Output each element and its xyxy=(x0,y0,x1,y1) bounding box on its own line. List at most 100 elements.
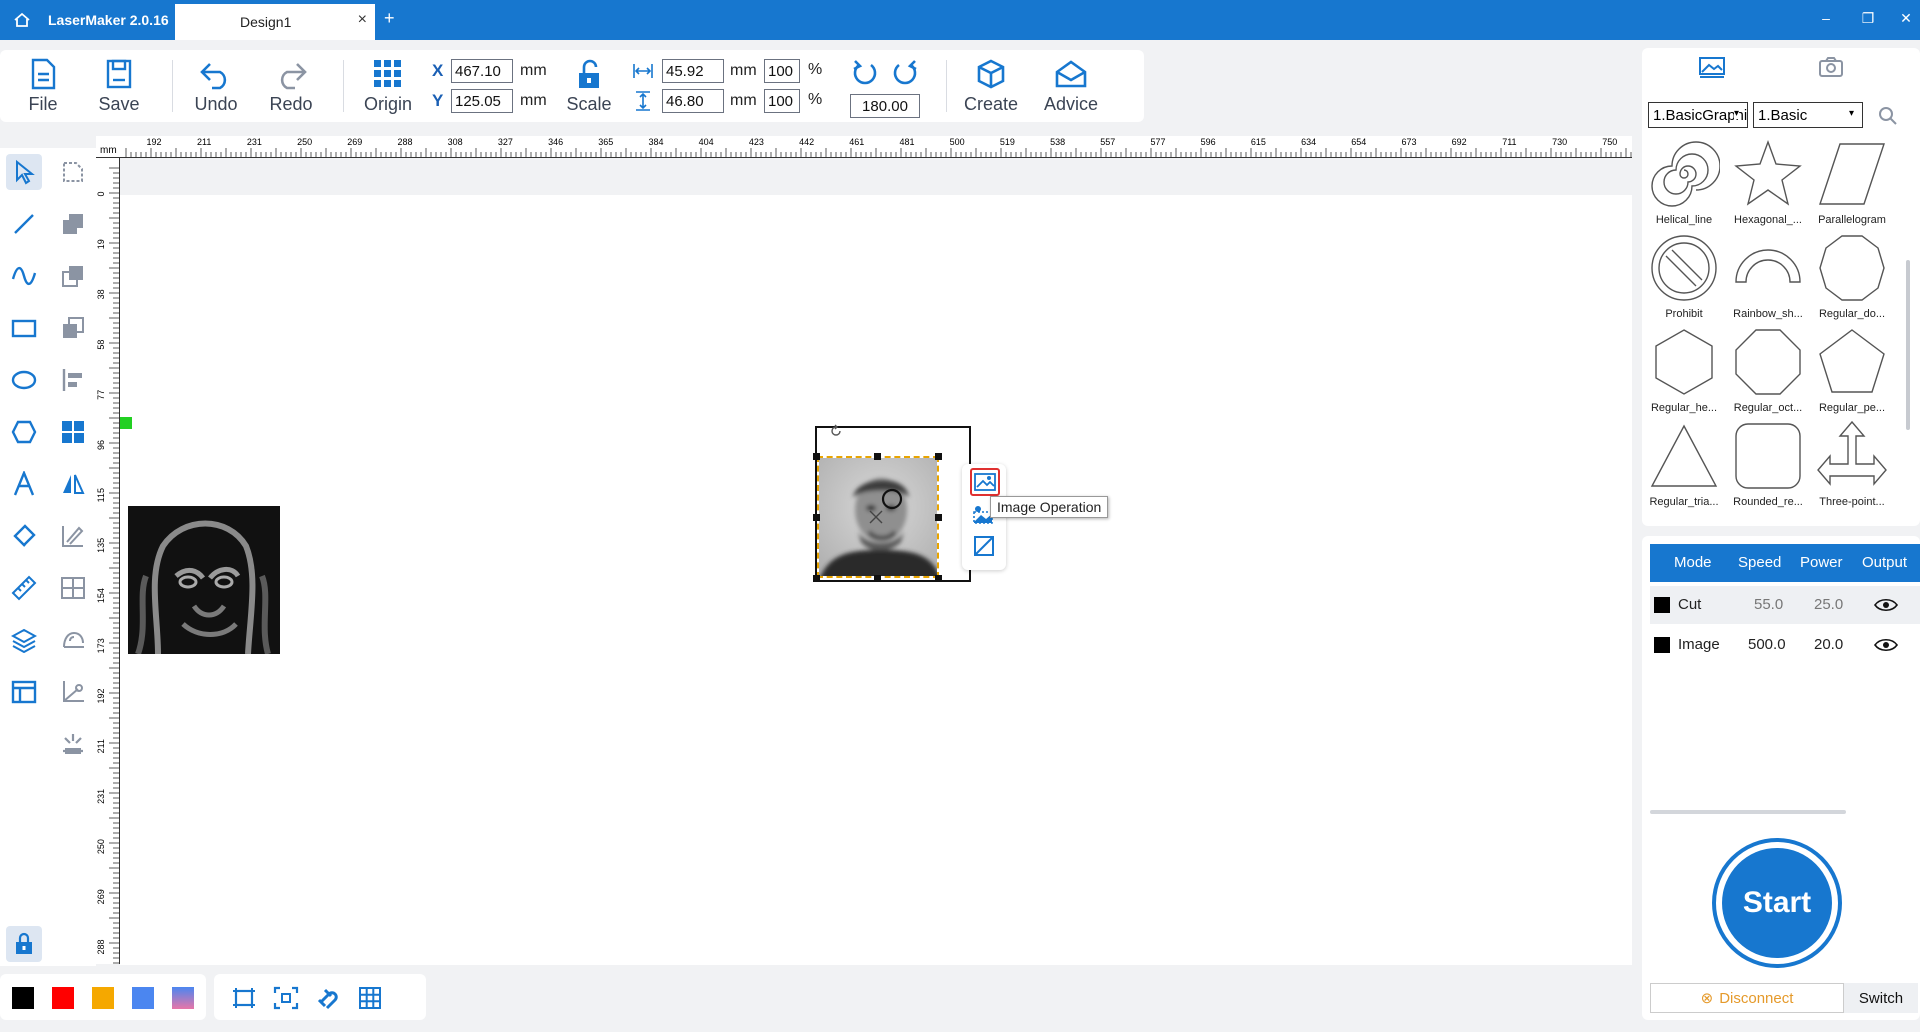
eye-icon[interactable] xyxy=(1874,597,1898,613)
resize-handle[interactable] xyxy=(935,453,942,460)
offset-tool[interactable] xyxy=(55,518,91,554)
array-tool[interactable] xyxy=(55,414,91,450)
color-swatch-orange[interactable] xyxy=(92,987,114,1009)
resize-handle[interactable] xyxy=(935,514,942,521)
shape-regular-pentagon[interactable]: Regular_pe... xyxy=(1810,326,1894,414)
laser-tool[interactable] xyxy=(55,726,91,762)
rectangle-tool[interactable] xyxy=(6,310,42,346)
rotation-input[interactable] xyxy=(850,94,920,118)
home-icon[interactable] xyxy=(12,10,32,30)
grid-toggle-button[interactable] xyxy=(356,984,384,1012)
y-input[interactable] xyxy=(451,89,513,113)
redo-button[interactable]: Redo xyxy=(258,58,324,115)
close-window-icon[interactable]: ✕ xyxy=(1896,10,1916,27)
layer-color-swatch[interactable] xyxy=(1654,637,1670,653)
magnet-snap-button[interactable] xyxy=(314,984,342,1012)
header-output: Output xyxy=(1862,554,1908,571)
image-operation-button[interactable] xyxy=(970,468,1000,496)
height-percent-input[interactable] xyxy=(764,89,800,113)
advice-button[interactable]: Advice xyxy=(1038,58,1104,115)
shape-parallelogram[interactable]: Parallelogram xyxy=(1810,138,1894,226)
shape-regular-decagon[interactable]: Regular_do... xyxy=(1810,232,1894,320)
minimize-icon[interactable]: – xyxy=(1816,10,1836,26)
shape-rainbow[interactable]: Rainbow_sh... xyxy=(1726,232,1810,320)
eraser-tool[interactable] xyxy=(6,518,42,554)
shape-prohibit[interactable]: Prohibit xyxy=(1642,232,1726,320)
line-tool[interactable] xyxy=(6,206,42,242)
height-input[interactable] xyxy=(662,89,724,113)
polygon-tool[interactable] xyxy=(6,414,42,450)
layout-tool[interactable] xyxy=(6,674,42,710)
start-button[interactable]: Start xyxy=(1722,848,1832,958)
text-tool[interactable] xyxy=(6,466,42,502)
trace-tool[interactable] xyxy=(55,674,91,710)
subtract-tool[interactable] xyxy=(55,258,91,294)
node-edit-tool[interactable] xyxy=(55,154,91,190)
camera-tab-icon[interactable] xyxy=(1818,56,1844,78)
shape-regular-hexagon[interactable]: Regular_he... xyxy=(1642,326,1726,414)
switch-button[interactable]: Switch xyxy=(1844,983,1918,1013)
tab-close-icon[interactable]: × xyxy=(358,11,367,29)
color-swatch-blue[interactable] xyxy=(132,987,154,1009)
layer-row-image[interactable]: Image 500.0 20.0 xyxy=(1650,626,1920,664)
resize-handle[interactable] xyxy=(813,514,820,521)
layer-scrollbar[interactable] xyxy=(1650,810,1846,814)
align-tool[interactable] xyxy=(55,362,91,398)
scale-lock-button[interactable]: Scale xyxy=(556,58,622,115)
intersect-tool[interactable] xyxy=(55,310,91,346)
origin-button[interactable]: Origin xyxy=(355,58,421,115)
restore-icon[interactable]: ❐ xyxy=(1858,10,1878,27)
search-icon[interactable] xyxy=(1878,106,1898,126)
width-percent-input[interactable] xyxy=(764,59,800,83)
category-dropdown[interactable]: 1.BasicGraphics xyxy=(1648,102,1748,128)
rotate-handle-icon[interactable] xyxy=(829,424,843,438)
layer-row-cut[interactable]: Cut 55.0 25.0 xyxy=(1650,586,1920,624)
disconnect-button[interactable]: ⊗ Disconnect xyxy=(1650,983,1844,1013)
x-input[interactable] xyxy=(451,59,513,83)
color-swatch-black[interactable] xyxy=(12,987,34,1009)
design-canvas[interactable]: Image Operation xyxy=(120,158,1632,965)
layer-color-swatch[interactable] xyxy=(1654,597,1670,613)
lock-tool[interactable] xyxy=(6,926,42,962)
traced-image[interactable] xyxy=(128,506,280,654)
undo-button[interactable]: Undo xyxy=(183,58,249,115)
crop-icon[interactable] xyxy=(972,534,996,558)
eye-icon[interactable] xyxy=(1874,637,1898,653)
resize-handle[interactable] xyxy=(813,575,820,582)
shape-three-point-arrow[interactable]: Three-point... xyxy=(1810,420,1894,508)
graphics-tab-icon[interactable] xyxy=(1698,56,1726,78)
work-area[interactable]: Image Operation xyxy=(120,195,1632,965)
create-button[interactable]: Create xyxy=(958,58,1024,115)
zoom-selection-button[interactable] xyxy=(272,984,300,1012)
mirror-tool[interactable] xyxy=(55,466,91,502)
fit-canvas-button[interactable] xyxy=(230,984,258,1012)
subcategory-dropdown[interactable]: 1.Basic xyxy=(1753,102,1863,128)
color-swatch-gradient[interactable] xyxy=(172,987,194,1009)
shapes-scrollbar[interactable] xyxy=(1906,260,1910,430)
layers-tool[interactable] xyxy=(6,622,42,658)
tab-design1[interactable]: Design1 × xyxy=(175,4,375,40)
curve-tool[interactable] xyxy=(6,258,42,294)
shape-regular-octagon[interactable]: Regular_oct... xyxy=(1726,326,1810,414)
select-tool[interactable] xyxy=(6,154,42,190)
resize-handle[interactable] xyxy=(813,453,820,460)
resize-handle[interactable] xyxy=(935,575,942,582)
color-swatch-red[interactable] xyxy=(52,987,74,1009)
shape-regular-triangle[interactable]: Regular_tria... xyxy=(1642,420,1726,508)
measure-tool[interactable] xyxy=(6,570,42,606)
rotate-cw-icon[interactable] xyxy=(891,59,919,87)
rotate-ccw-icon[interactable] xyxy=(851,59,879,87)
ellipse-tool[interactable] xyxy=(6,362,42,398)
save-button[interactable]: Save xyxy=(86,58,152,115)
add-tab-icon[interactable]: + xyxy=(384,8,395,29)
hand-tool[interactable] xyxy=(55,622,91,658)
shape-helical-line[interactable]: Helical_line xyxy=(1642,138,1726,226)
union-tool[interactable] xyxy=(55,206,91,242)
shape-rounded-rectangle[interactable]: Rounded_re... xyxy=(1726,420,1810,508)
resize-handle[interactable] xyxy=(874,575,881,582)
split-tool[interactable] xyxy=(55,570,91,606)
shape-hexagonal-star[interactable]: Hexagonal_... xyxy=(1726,138,1810,226)
width-input[interactable] xyxy=(662,59,724,83)
file-button[interactable]: File xyxy=(10,58,76,115)
resize-handle[interactable] xyxy=(874,453,881,460)
